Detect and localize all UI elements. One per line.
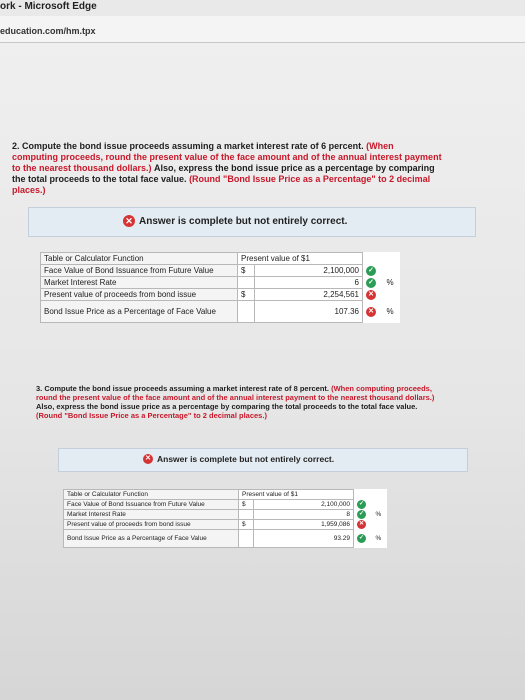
x-icon: ✕ [366, 290, 376, 300]
table-header-value: Present value of $1 [238, 489, 354, 500]
unit-label: % [386, 278, 394, 287]
unit-label [384, 265, 400, 277]
window-title: ork - Microsoft Edge [0, 1, 97, 12]
check-icon: ✓ [357, 510, 366, 519]
table-row: Bond Issue Price as a Percentage of Face… [40, 300, 400, 323]
row-label: Market Interest Rate [63, 509, 239, 520]
table-row: Market Interest Rate 6 ✓ % [40, 276, 400, 289]
unit-label: % [375, 511, 382, 518]
currency-symbol [237, 509, 255, 520]
table-row: Market Interest Rate 8 ✓ % [63, 509, 387, 520]
row-label: Present value of proceeds from bond issu… [63, 519, 239, 530]
table-row: Present value of proceeds from bond issu… [63, 519, 387, 530]
check-icon: ✓ [366, 266, 376, 276]
x-icon: ✕ [357, 520, 366, 529]
answer-input[interactable]: 2,100,000 [253, 499, 354, 510]
page-content: 2. Compute the bond issue proceeds assum… [0, 43, 525, 700]
banner-text: Answer is complete but not entirely corr… [139, 215, 348, 227]
table-header-label: Table or Calculator Function [63, 489, 239, 500]
row-label: Bond Issue Price as a Percentage of Face… [40, 300, 238, 323]
currency-symbol [236, 300, 256, 323]
unit-label [373, 520, 387, 530]
unit-label [384, 289, 400, 301]
table-row: Face Value of Bond Issuance from Future … [40, 264, 400, 277]
question-3-lead: 3. Compute the bond issue proceeds assum… [36, 384, 329, 393]
currency-symbol: $ [237, 499, 255, 510]
question-2-lead: 2. Compute the bond issue proceeds assum… [12, 141, 364, 151]
question-3-answer-table: Table or Calculator Function Present val… [63, 489, 387, 548]
answer-input[interactable]: 2,100,000 [254, 264, 363, 277]
banner-text: Answer is complete but not entirely corr… [157, 454, 335, 464]
x-icon: ✕ [123, 215, 135, 227]
currency-symbol: $ [237, 519, 255, 530]
answer-input[interactable]: 6 [254, 276, 363, 289]
row-label: Bond Issue Price as a Percentage of Face… [63, 529, 239, 548]
table-row: Bond Issue Price as a Percentage of Face… [63, 529, 387, 548]
row-label: Market Interest Rate [40, 276, 238, 289]
question-3-middle: Also, express the bond issue price as a … [36, 402, 418, 411]
row-label: Face Value of Bond Issuance from Future … [40, 264, 238, 277]
unit-label: % [386, 307, 394, 316]
currency-symbol [236, 276, 256, 289]
answer-input[interactable]: 2,254,561 [254, 288, 363, 301]
currency-symbol: $ [236, 288, 256, 301]
table-row: Present value of proceeds from bond issu… [40, 288, 400, 301]
question-3-instruction-2: (Round "Bond Issue Price as a Percentage… [36, 411, 267, 420]
unit-label [373, 500, 387, 510]
check-icon: ✓ [366, 278, 376, 288]
row-label: Face Value of Bond Issuance from Future … [63, 499, 239, 510]
check-icon: ✓ [357, 500, 366, 509]
answer-input[interactable]: 93.29 [253, 529, 354, 548]
question-2-answer-banner: ✕ Answer is complete but not entirely co… [28, 207, 476, 237]
answer-input[interactable]: 8 [253, 509, 354, 520]
row-label: Present value of proceeds from bond issu… [40, 288, 238, 301]
table-header-value: Present value of $1 [237, 252, 363, 265]
question-2-answer-table: Table or Calculator Function Present val… [40, 252, 400, 323]
url-text[interactable]: education.com/hm.tpx [0, 26, 96, 36]
question-3-text: 3. Compute the bond issue proceeds assum… [36, 384, 436, 420]
unit-label: % [375, 535, 382, 542]
check-icon: ✓ [357, 534, 366, 543]
currency-symbol [237, 529, 255, 548]
x-icon: ✕ [366, 307, 376, 317]
currency-symbol: $ [236, 264, 256, 277]
question-3-answer-banner: ✕ Answer is complete but not entirely co… [58, 448, 468, 472]
answer-input[interactable]: 107.36 [254, 300, 363, 323]
question-2-text: 2. Compute the bond issue proceeds assum… [12, 141, 442, 196]
table-header-label: Table or Calculator Function [40, 252, 238, 265]
browser-title-bar: ork - Microsoft Edge [0, 0, 525, 16]
address-bar[interactable]: education.com/hm.tpx [0, 16, 525, 43]
answer-input[interactable]: 1,959,086 [253, 519, 354, 530]
table-row: Face Value of Bond Issuance from Future … [63, 499, 387, 510]
x-icon: ✕ [143, 454, 153, 464]
